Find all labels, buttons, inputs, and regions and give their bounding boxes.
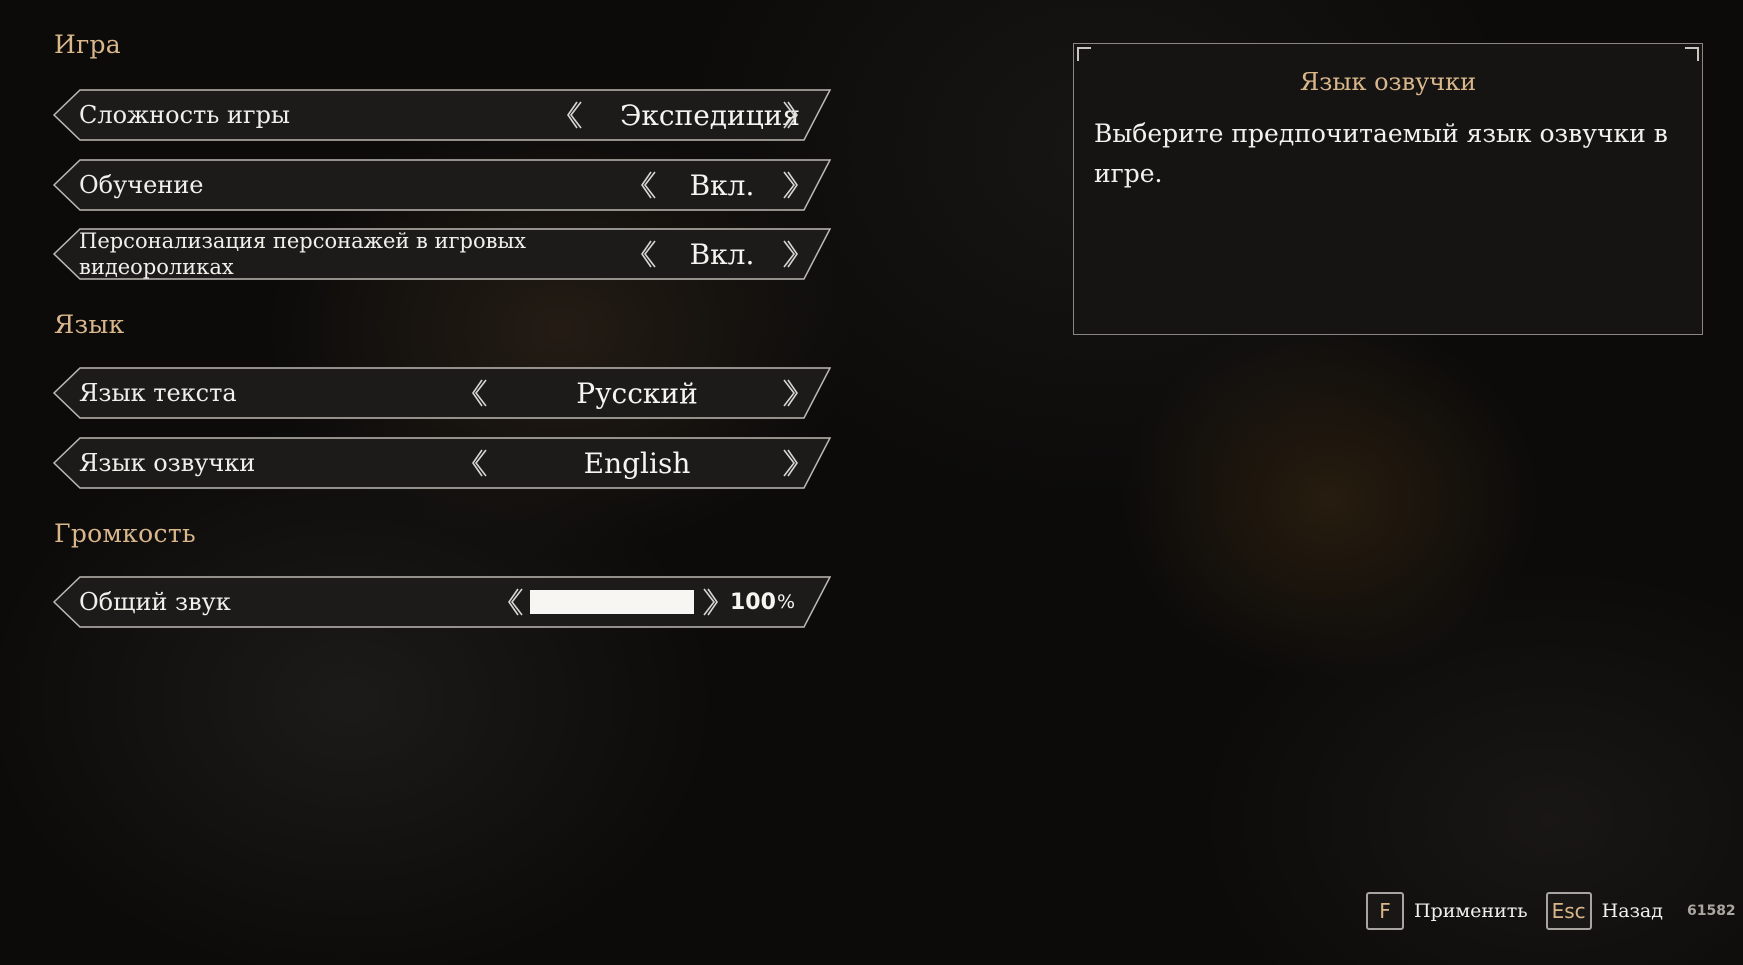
chevron-right-icon[interactable] <box>780 170 798 200</box>
setting-label: Язык озвучки <box>79 449 256 477</box>
section-title-game: Игра <box>54 30 122 59</box>
chevron-right-icon[interactable] <box>780 378 798 408</box>
chevron-left-icon[interactable] <box>472 448 490 478</box>
setting-label: Сложность игры <box>79 101 291 129</box>
volume-percent: 100% <box>730 575 795 629</box>
setting-label: Персонализация персонажей в игровых виде… <box>79 229 527 279</box>
setting-row-tutorial[interactable]: Обучение Вкл. <box>52 158 832 212</box>
footer-hints: F Применить Esc Назад 61582 <box>1366 891 1736 931</box>
percent-sign: % <box>776 591 795 613</box>
back-key[interactable]: Esc <box>1545 892 1592 930</box>
info-title: Язык озвучки <box>1299 68 1477 96</box>
volume-slider[interactable] <box>530 590 694 614</box>
setting-row-text-language[interactable]: Язык текста Русский <box>52 366 832 420</box>
back-label[interactable]: Назад <box>1602 900 1663 922</box>
setting-label: Язык текста <box>79 379 237 407</box>
chevron-left-icon[interactable] <box>641 239 659 269</box>
chevron-right-icon[interactable] <box>780 239 798 269</box>
volume-slider-fill <box>530 590 694 614</box>
setting-label: Общий звук <box>79 588 231 616</box>
chevron-left-icon[interactable] <box>641 170 659 200</box>
setting-value: Вкл. <box>689 168 755 202</box>
chevron-left-icon[interactable] <box>508 587 526 617</box>
apply-key[interactable]: F <box>1366 892 1404 930</box>
setting-row-voice-language[interactable]: Язык озвучки English <box>52 436 832 490</box>
setting-row-master-volume[interactable]: Общий звук 100% <box>52 575 832 629</box>
chevron-right-icon[interactable] <box>780 448 798 478</box>
setting-value: English <box>583 446 691 480</box>
corner-ornament <box>1077 47 1091 61</box>
section-title-language: Язык <box>54 310 125 339</box>
build-number: 61582 <box>1686 903 1736 919</box>
setting-label: Обучение <box>79 171 204 199</box>
setting-row-difficulty[interactable]: Сложность игры Экспедиция <box>52 88 832 142</box>
volume-value: 100 <box>730 589 776 615</box>
info-description: Выберите предпочитаемый язык озвучки в и… <box>1094 119 1668 188</box>
info-panel: Язык озвучки Выберите предпочитаемый язы… <box>1073 43 1703 335</box>
chevron-left-icon[interactable] <box>567 100 585 130</box>
chevron-left-icon[interactable] <box>472 378 490 408</box>
chevron-right-icon[interactable] <box>780 100 798 130</box>
section-title-volume: Громкость <box>54 519 196 548</box>
chevron-right-icon[interactable] <box>700 587 718 617</box>
setting-row-personalization[interactable]: Персонализация персонажей в игровых виде… <box>52 227 832 281</box>
setting-value: Русский <box>576 376 698 410</box>
corner-ornament <box>1685 47 1699 61</box>
apply-label[interactable]: Применить <box>1414 900 1528 922</box>
setting-value: Вкл. <box>689 237 755 271</box>
